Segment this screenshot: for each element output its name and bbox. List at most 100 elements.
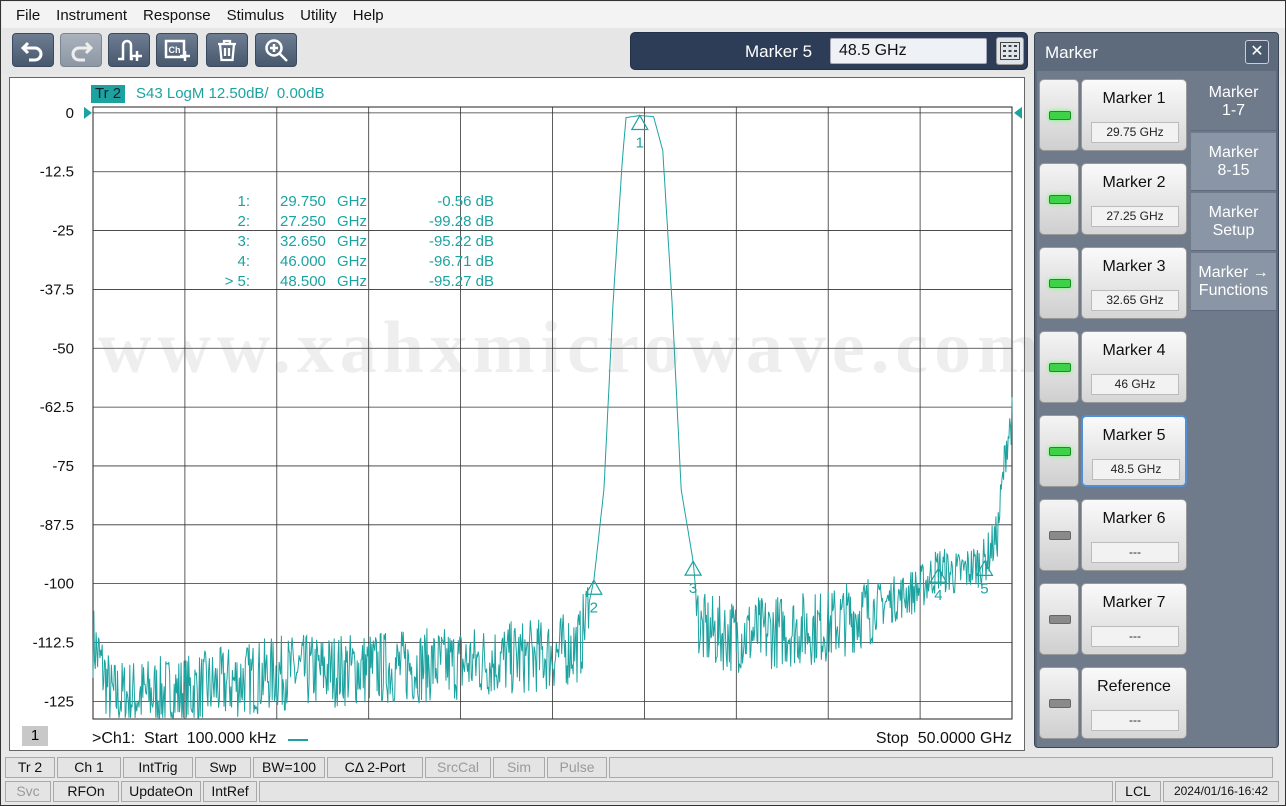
menu-stimulus[interactable]: Stimulus (219, 7, 293, 24)
undo-button[interactable] (12, 33, 54, 67)
marker-readout-value: -99.28 dB (429, 213, 494, 230)
reference-arrow-right-icon[interactable] (1014, 106, 1022, 119)
status-srccal[interactable]: SrcCal (425, 757, 491, 778)
tab-marker-functions[interactable]: Marker → Functions (1191, 253, 1276, 311)
marker-label: 4 (934, 587, 942, 604)
marker-4-button[interactable]: Marker 4 46 GHz (1081, 331, 1187, 403)
menu-instrument[interactable]: Instrument (48, 7, 135, 24)
status-ch-1[interactable]: Ch 1 (57, 757, 121, 778)
channel-add-button[interactable]: Ch (156, 33, 198, 67)
marker-readout-value: -0.56 dB (437, 193, 494, 210)
marker-button-label: Marker 4 (1102, 342, 1166, 359)
reference-toggle[interactable] (1039, 667, 1079, 739)
led-indicator-icon (1049, 363, 1071, 372)
delete-button[interactable] (206, 33, 248, 67)
marker-readout-freq: 48.500 (280, 273, 326, 290)
marker-readout-id: 2: (237, 213, 250, 230)
status-inttrig[interactable]: IntTrig (123, 757, 193, 778)
marker-5-button[interactable]: Marker 5 48.5 GHz (1081, 415, 1187, 487)
marker-readout-id: > 5: (225, 273, 250, 290)
channel-number[interactable]: 1 (22, 726, 48, 746)
marker-label: 5 (980, 580, 988, 597)
status-lcl[interactable]: LCL (1115, 781, 1161, 802)
marker-2-toggle[interactable] (1039, 163, 1079, 235)
marker-readout-id: 3: (237, 233, 250, 250)
marker-4-toggle[interactable] (1039, 331, 1079, 403)
y-tick-label: -50 (52, 340, 74, 357)
y-tick-label: -37.5 (40, 281, 74, 298)
y-tick-label: -100 (44, 576, 74, 593)
marker-2-button[interactable]: Marker 2 27.25 GHz (1081, 163, 1187, 235)
marker-1-button[interactable]: Marker 1 29.75 GHz (1081, 79, 1187, 151)
status-c-2-port[interactable]: CΔ 2-Port (327, 757, 423, 778)
marker-7-toggle[interactable] (1039, 583, 1079, 655)
marker-7-button[interactable]: Marker 7 --- (1081, 583, 1187, 655)
status-swp[interactable]: Swp (195, 757, 251, 778)
status-pulse[interactable]: Pulse (547, 757, 607, 778)
marker-6-toggle[interactable] (1039, 499, 1079, 571)
led-indicator-icon (1049, 195, 1071, 204)
marker-label: 2 (590, 599, 598, 616)
close-button[interactable]: ✕ (1245, 40, 1269, 64)
marker-button-value: --- (1091, 626, 1179, 647)
status-tr-2[interactable]: Tr 2 (5, 757, 55, 778)
marker-3-button[interactable]: Marker 3 32.65 GHz (1081, 247, 1187, 319)
marker-button-label: Marker 5 (1102, 427, 1166, 444)
marker-5-toggle[interactable] (1039, 415, 1079, 487)
reference-button[interactable]: Reference --- (1081, 667, 1187, 739)
marker-1-toggle[interactable] (1039, 79, 1079, 151)
undo-icon (20, 41, 43, 62)
trace-legend-line (288, 739, 308, 741)
trace-title[interactable]: S43 LogM 12.50dB/ 0.00dB (136, 85, 324, 103)
led-indicator-icon (1049, 447, 1071, 456)
marker-panel-body: Marker 1 29.75 GHz Marker 2 27.25 GHz Marker… (1037, 71, 1276, 747)
zoom-button[interactable] (255, 33, 297, 67)
status-rfon[interactable]: RFOn (53, 781, 119, 802)
tab-marker-setup[interactable]: Marker Setup (1191, 193, 1276, 251)
entry-label: Marker 5 (745, 42, 813, 61)
reference-arrow-left-icon[interactable] (84, 106, 92, 119)
marker-readout-value: -95.27 dB (429, 273, 494, 290)
marker-row: Marker 3 32.65 GHz (1039, 245, 1187, 321)
menu-response[interactable]: Response (135, 7, 219, 24)
y-tick-label: -25 (52, 223, 74, 240)
start-frequency[interactable]: >Ch1: Start 100.000 kHz (92, 730, 277, 748)
marker-triangle-icon[interactable] (630, 114, 649, 131)
menu-help[interactable]: Help (345, 7, 392, 24)
tab-marker-8-15[interactable]: Marker 8-15 (1191, 133, 1276, 191)
marker-label: 3 (689, 580, 697, 597)
marker-button-value: --- (1091, 542, 1179, 563)
menu-file[interactable]: File (8, 7, 48, 24)
marker-button-value: 29.75 GHz (1091, 122, 1179, 143)
marker-readout-unit: GHz (337, 213, 367, 230)
marker-button-value: --- (1091, 710, 1179, 731)
marker-add-button[interactable] (108, 33, 150, 67)
status-updateon[interactable]: UpdateOn (121, 781, 201, 802)
marker-frequency-input[interactable]: 48.5 GHz (830, 38, 987, 64)
status-intref[interactable]: IntRef (203, 781, 257, 802)
led-indicator-icon (1049, 279, 1071, 288)
marker-3-toggle[interactable] (1039, 247, 1079, 319)
marker-button-label: Marker 7 (1102, 594, 1166, 611)
stop-frequency[interactable]: Stop 50.0000 GHz (876, 730, 1012, 748)
trace-tag[interactable]: Tr 2 (91, 85, 126, 103)
led-indicator-icon (1049, 111, 1071, 120)
menu-utility[interactable]: Utility (292, 7, 345, 24)
marker-readout-table: 1: 29.750 GHz -0.56 dB 2: 27.250 GHz -99.28 dB 3… (225, 193, 494, 290)
measurement-plot[interactable]: 0 -12.5 -25 -37.5 -50 -62.5 -75 -87.5 -100 -112.5… (9, 77, 1039, 751)
status-spacer (609, 757, 1273, 778)
svg-text:Ch: Ch (169, 45, 181, 55)
status-bw-100[interactable]: BW=100 (253, 757, 325, 778)
y-tick-label: -75 (52, 458, 74, 475)
y-tick-label: -112.5 (33, 635, 74, 652)
keypad-button[interactable] (996, 37, 1024, 65)
marker-6-button[interactable]: Marker 6 --- (1081, 499, 1187, 571)
status-svc[interactable]: Svc (5, 781, 51, 802)
marker-readout-unit: GHz (337, 193, 367, 210)
tab-marker-1-7[interactable]: Marker 1-7 (1191, 73, 1276, 131)
status-sim[interactable]: Sim (493, 757, 545, 778)
y-tick-label: -62.5 (40, 399, 74, 416)
redo-button[interactable] (60, 33, 102, 67)
marker-row: Marker 6 --- (1039, 497, 1187, 573)
marker-readout-freq: 29.750 (280, 193, 326, 210)
